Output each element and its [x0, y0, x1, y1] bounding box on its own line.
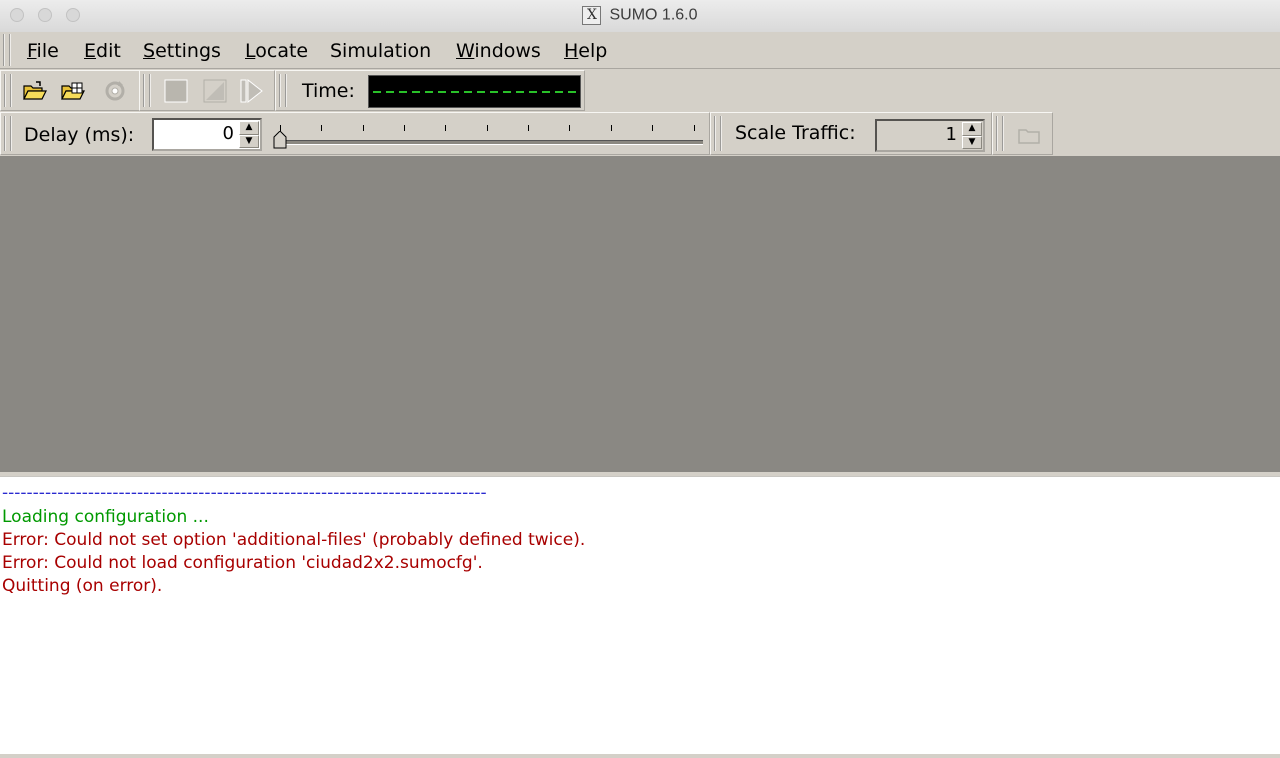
slider-thumb[interactable]	[273, 130, 287, 149]
toolbar-grip[interactable]	[279, 74, 287, 107]
toolbar-grip[interactable]	[143, 74, 151, 107]
toolbar-grip[interactable]	[714, 116, 722, 151]
menu-help[interactable]: Help	[564, 40, 607, 62]
menu-locate[interactable]: Locate	[245, 40, 308, 62]
scale-decrement-button[interactable]: ▼	[962, 135, 982, 149]
menubar-grip[interactable]	[3, 34, 11, 66]
message-log[interactable]: ----------------------------------------…	[0, 476, 1280, 755]
toolbar-grip[interactable]	[4, 74, 12, 107]
x11-logo-icon: X	[582, 6, 602, 25]
open-network-icon	[61, 82, 85, 100]
log-line: Error: Could not load configuration 'ciu…	[2, 553, 483, 573]
title-bar: X SUMO 1.6.0	[0, 0, 1280, 33]
delay-increment-button[interactable]: ▲	[239, 121, 259, 135]
time-display	[368, 75, 581, 108]
window-title-group: X SUMO 1.6.0	[0, 6, 1280, 25]
time-label: Time:	[302, 80, 355, 102]
scale-increment-button[interactable]: ▲	[962, 122, 982, 136]
file-toolbar	[0, 70, 150, 111]
simulation-canvas[interactable]	[0, 156, 1280, 472]
scale-traffic-label: Scale Traffic:	[735, 122, 856, 144]
delay-toolbar: Delay (ms): 0 ▲ ▼	[0, 112, 710, 155]
toolbar-grip[interactable]	[996, 116, 1004, 151]
delay-slider[interactable]	[271, 117, 706, 153]
scale-traffic-value: 1	[945, 124, 957, 145]
scale-toolbar: Scale Traffic: 1 ▲ ▼	[710, 112, 992, 155]
log-separator: ----------------------------------------…	[2, 483, 487, 503]
window-title: SUMO 1.6.0	[609, 6, 698, 24]
step-icon	[203, 79, 227, 103]
run-icon	[240, 79, 263, 103]
open-config-icon	[23, 81, 47, 100]
menu-bar: File Edit Settings Locate Simulation Win…	[0, 32, 1280, 69]
reload-icon	[105, 81, 125, 101]
folder-icon	[1018, 129, 1040, 144]
menu-windows[interactable]: Windows	[456, 40, 541, 62]
log-line: Loading configuration ...	[2, 507, 209, 527]
menu-file[interactable]: File	[27, 40, 59, 62]
slider-track	[279, 140, 703, 145]
reload-button	[101, 77, 129, 105]
menu-edit[interactable]: Edit	[84, 40, 121, 62]
simulation-toolbar	[139, 70, 275, 111]
step-button	[201, 77, 229, 105]
delay-spinner[interactable]: 0 ▲ ▼	[152, 118, 262, 151]
delay-label: Delay (ms):	[24, 124, 135, 146]
delay-value: 0	[222, 123, 234, 144]
run-button	[238, 77, 266, 105]
toolbar-grip[interactable]	[4, 116, 12, 151]
stop-icon	[164, 79, 188, 103]
scale-spinner-arrows: ▲ ▼	[962, 122, 982, 149]
folder-button	[1015, 121, 1043, 149]
stop-button	[162, 77, 190, 105]
open-config-button[interactable]	[21, 77, 49, 105]
delay-spinner-arrows: ▲ ▼	[239, 121, 259, 148]
delay-decrement-button[interactable]: ▼	[239, 134, 259, 148]
time-toolbar: Time:	[275, 70, 585, 111]
scale-traffic-spinner[interactable]: 1 ▲ ▼	[875, 119, 985, 152]
menu-settings[interactable]: Settings	[143, 40, 221, 62]
extra-toolbar	[992, 112, 1053, 155]
menu-simulation[interactable]: Simulation	[330, 40, 431, 62]
log-line: Quitting (on error).	[2, 576, 163, 596]
log-line: Error: Could not set option 'additional-…	[2, 530, 586, 550]
bottom-border	[0, 754, 1280, 758]
open-network-button[interactable]	[59, 77, 87, 105]
